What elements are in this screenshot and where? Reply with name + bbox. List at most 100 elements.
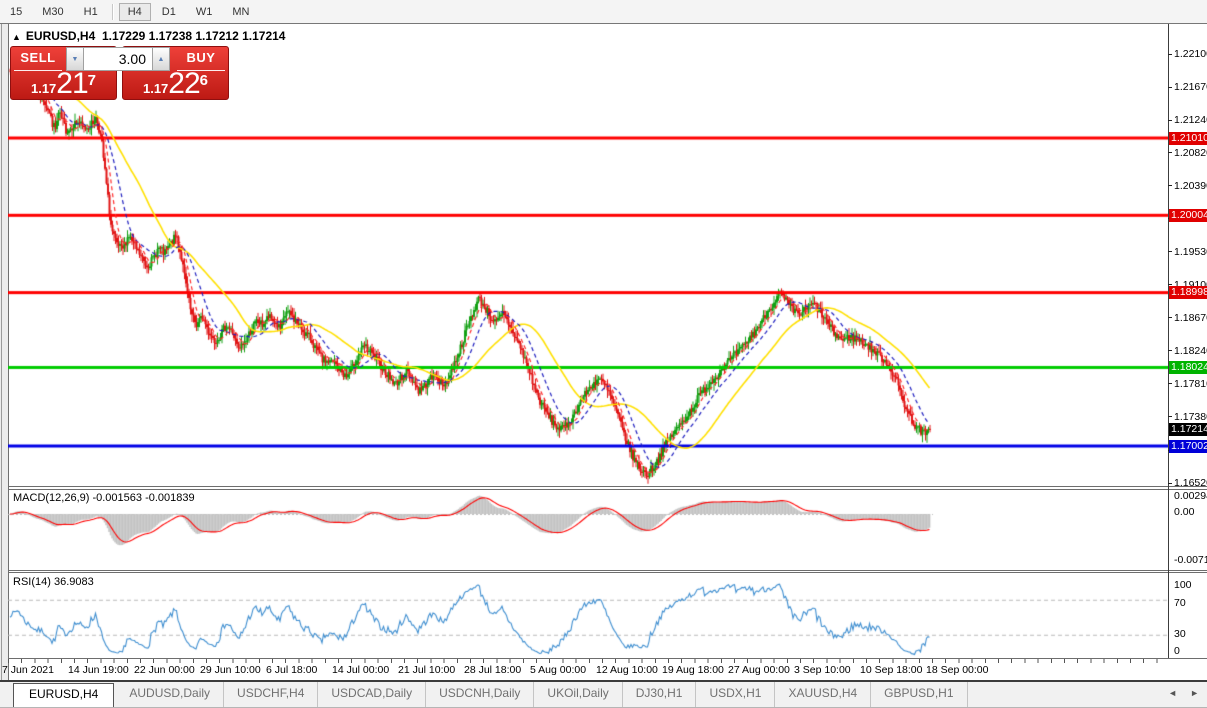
tab-usdchf-h4[interactable]: USDCHF,H4 bbox=[224, 682, 318, 707]
one-click-trade-panel: SELL 1.17217 BUY 1.17226 ▼ ▲ bbox=[10, 46, 229, 100]
tab-gbpusd-h1[interactable]: GBPUSD,H1 bbox=[871, 682, 967, 707]
separator-macd-top bbox=[8, 489, 1207, 490]
time-axis-label: 5 Aug 00:00 bbox=[530, 664, 586, 676]
tab-usdcad-daily[interactable]: USDCAD,Daily bbox=[318, 682, 426, 707]
buy-price-big: 22 bbox=[168, 67, 199, 100]
price-axis-tick bbox=[1168, 185, 1172, 186]
tab-ukoil-daily[interactable]: UKOil,Daily bbox=[534, 682, 622, 707]
volume-decrease-icon[interactable]: ▼ bbox=[66, 47, 84, 71]
window-frame-top bbox=[0, 23, 1207, 24]
volume-stepper: ▼ ▲ bbox=[66, 47, 170, 71]
rsi-axis-label: 70 bbox=[1174, 597, 1186, 609]
timeframe-button-D1[interactable]: D1 bbox=[153, 3, 185, 21]
tab-eurusd-h4[interactable]: EURUSD,H4 bbox=[13, 683, 114, 707]
mt4-terminal-window: 15M30H1 H4D1W1MN ▲ EURUSD,H4 1.17229 1.172… bbox=[0, 0, 1207, 708]
current-price-label: 1.17214 bbox=[1169, 423, 1207, 436]
timeframe-button-M30[interactable]: M30 bbox=[33, 3, 72, 21]
rsi-axis-label: 100 bbox=[1174, 579, 1192, 591]
price-axis-label: 1.18670 bbox=[1174, 312, 1207, 324]
price-axis-label: 1.20820 bbox=[1174, 147, 1207, 159]
price-axis-label: 1.21670 bbox=[1174, 81, 1207, 93]
tab-xauusd-h4[interactable]: XAUUSD,H4 bbox=[775, 682, 871, 707]
price-axis-tick bbox=[1168, 87, 1172, 88]
buy-price: 1.17226 bbox=[123, 71, 228, 98]
chart-ohlc-values: 1.17229 1.17238 1.17212 1.17214 bbox=[102, 29, 286, 43]
chart-title: ▲ EURUSD,H4 1.17229 1.17238 1.17212 1.172… bbox=[12, 29, 285, 43]
time-axis-ticks bbox=[8, 659, 1168, 663]
time-axis-label: 22 Jun 00:00 bbox=[134, 664, 195, 676]
price-line-label: 1.17002 bbox=[1169, 440, 1207, 453]
price-axis-tick bbox=[1168, 416, 1172, 417]
timeframe-button-W1[interactable]: W1 bbox=[187, 3, 222, 21]
buy-button[interactable]: BUY bbox=[174, 50, 228, 65]
price-line-label: 1.20004 bbox=[1169, 209, 1207, 222]
timeframe-button-MN[interactable]: MN bbox=[223, 3, 258, 21]
volume-increase-icon[interactable]: ▲ bbox=[152, 47, 170, 71]
macd-axis-label: -0.00715 bbox=[1174, 554, 1207, 566]
chart-symbol-period: EURUSD,H4 bbox=[26, 29, 95, 43]
timeframe-button-15[interactable]: 15 bbox=[1, 3, 31, 21]
time-axis-label: 28 Jul 18:00 bbox=[464, 664, 521, 676]
rsi-indicator-label: RSI(14) 36.9083 bbox=[13, 576, 94, 588]
price-line-label: 1.18024 bbox=[1169, 361, 1207, 374]
time-axis-label: 3 Sep 10:00 bbox=[794, 664, 851, 676]
price-axis-tick bbox=[1168, 54, 1172, 55]
chart-tab-bar: EURUSD,H4AUDUSD,DailyUSDCHF,H4USDCAD,Dai… bbox=[0, 682, 1207, 708]
tab-usdx-h1[interactable]: USDX,H1 bbox=[696, 682, 775, 707]
sell-price-big: 21 bbox=[56, 67, 87, 100]
time-axis-label: 10 Sep 18:00 bbox=[860, 664, 922, 676]
price-axis-label: 1.22100 bbox=[1174, 48, 1207, 60]
price-axis-tick bbox=[1168, 317, 1172, 318]
tab-audusd-daily[interactable]: AUDUSD,Daily bbox=[116, 682, 224, 707]
macd-axis-label: 0.002947 bbox=[1174, 490, 1207, 502]
price-axis-label: 1.21240 bbox=[1174, 114, 1207, 126]
time-axis-label: 12 Aug 10:00 bbox=[596, 664, 658, 676]
price-axis-tick bbox=[1168, 483, 1172, 484]
rsi-axis-label: 0 bbox=[1174, 645, 1180, 657]
price-axis-label: 1.20390 bbox=[1174, 180, 1207, 192]
tab-scroll-arrows: ◄ ► bbox=[1168, 688, 1199, 698]
price-axis-label: 1.17380 bbox=[1174, 411, 1207, 423]
price-axis-tick bbox=[1168, 284, 1172, 285]
buy-price-pip: 6 bbox=[200, 72, 208, 89]
separator-macd-rsi bbox=[8, 570, 1207, 571]
timeframe-button-H1[interactable]: H1 bbox=[75, 3, 107, 21]
separator-rsi-top bbox=[8, 572, 1207, 573]
sell-price-pip: 7 bbox=[88, 72, 96, 89]
tab-scroll-left-icon[interactable]: ◄ bbox=[1168, 688, 1177, 698]
collapse-triangle-icon[interactable]: ▲ bbox=[12, 32, 21, 42]
tab-usdcnh-daily[interactable]: USDCNH,Daily bbox=[426, 682, 534, 707]
time-axis-label: 7 Jun 2021 bbox=[2, 664, 54, 676]
time-axis: 7 Jun 202114 Jun 19:0022 Jun 00:0029 Jun… bbox=[0, 659, 1207, 680]
sell-price: 1.17217 bbox=[11, 71, 116, 98]
macd-axis-label: 0.00 bbox=[1174, 506, 1194, 518]
macd-indicator-label: MACD(12,26,9) -0.001563 -0.001839 bbox=[13, 492, 195, 504]
price-line-label: 1.21010 bbox=[1169, 132, 1207, 145]
price-axis-tick bbox=[1168, 350, 1172, 351]
sell-price-prefix: 1.17 bbox=[31, 81, 56, 96]
price-axis-label: 1.18240 bbox=[1174, 345, 1207, 357]
toolbar-separator bbox=[112, 4, 114, 20]
timeframe-toolbar: 15M30H1 H4D1W1MN bbox=[0, 0, 1207, 24]
time-axis-label: 21 Jul 10:00 bbox=[398, 664, 455, 676]
buy-price-prefix: 1.17 bbox=[143, 81, 168, 96]
price-axis-tick bbox=[1168, 120, 1172, 121]
price-line-label: 1.18998 bbox=[1169, 286, 1207, 299]
rsi-axis-label: 30 bbox=[1174, 628, 1186, 640]
time-axis-label: 19 Aug 18:00 bbox=[662, 664, 724, 676]
time-axis-label: 18 Sep 00:00 bbox=[926, 664, 988, 676]
volume-input[interactable] bbox=[84, 47, 152, 71]
time-axis-label: 27 Aug 00:00 bbox=[728, 664, 790, 676]
rsi-canvas[interactable] bbox=[8, 573, 1168, 658]
price-axis-tick bbox=[1168, 383, 1172, 384]
tab-dj30-h1[interactable]: DJ30,H1 bbox=[623, 682, 697, 707]
price-axis-label: 1.16520 bbox=[1174, 477, 1207, 489]
separator-main-macd bbox=[8, 486, 1207, 487]
tab-scroll-right-icon[interactable]: ► bbox=[1190, 688, 1199, 698]
sell-button[interactable]: SELL bbox=[11, 50, 65, 65]
price-axis-tick bbox=[1168, 251, 1172, 252]
price-axis-label: 1.19530 bbox=[1174, 246, 1207, 258]
timeframe-button-H4[interactable]: H4 bbox=[119, 3, 151, 21]
time-axis-label: 14 Jul 00:00 bbox=[332, 664, 389, 676]
time-axis-label: 6 Jul 18:00 bbox=[266, 664, 317, 676]
